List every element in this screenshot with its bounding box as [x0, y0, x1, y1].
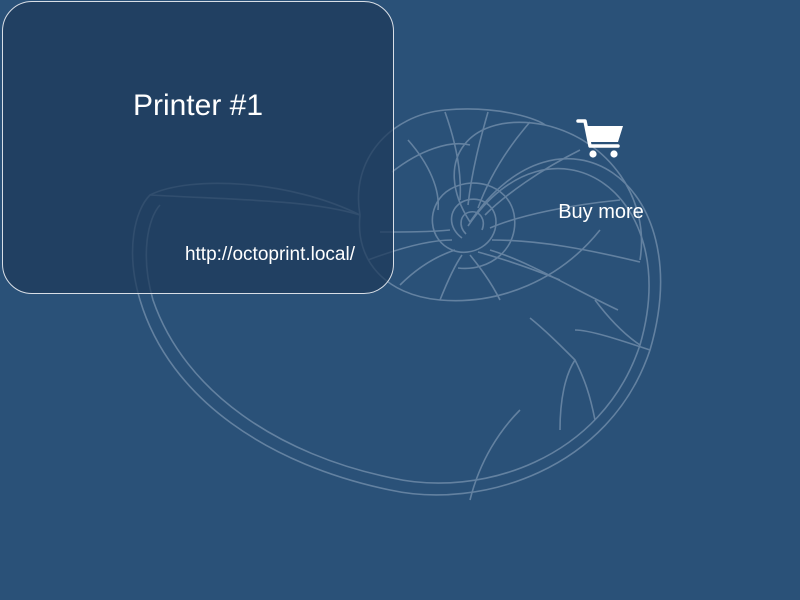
- shopping-cart-icon: [576, 119, 623, 158]
- printer-url: http://octoprint.local/: [184, 244, 355, 265]
- buy-more-label: Buy more: [558, 201, 644, 223]
- printer-card[interactable]: Printer #1 http://octoprint.local/: [2, 1, 394, 294]
- printer-name: Printer #1: [132, 89, 264, 122]
- buy-more-button[interactable]: Buy more: [540, 115, 662, 227]
